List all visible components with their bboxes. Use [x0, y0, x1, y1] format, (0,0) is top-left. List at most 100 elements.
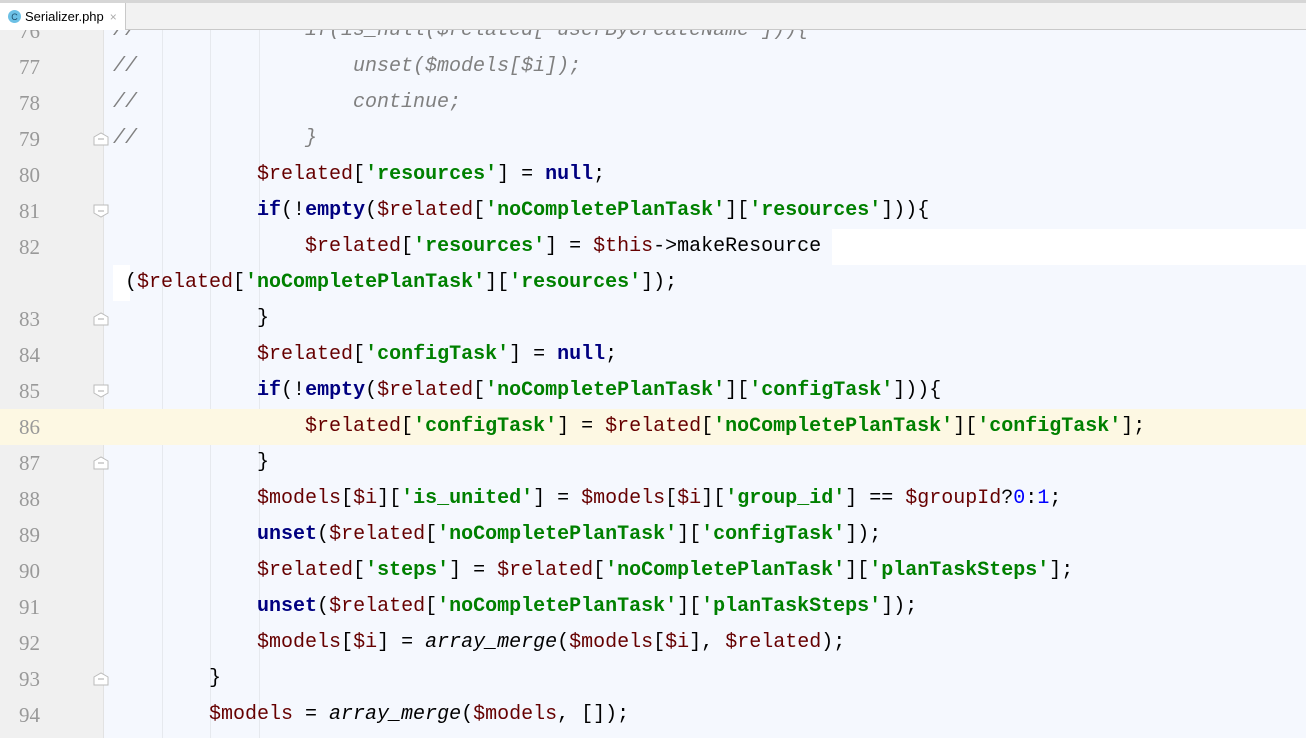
code-text: // continue; [113, 85, 461, 121]
line-number: 86 [19, 415, 40, 439]
token-str: 'planTaskSteps' [869, 559, 1050, 582]
token-var: $groupId [905, 487, 1002, 510]
code-text: unset($related['noCompletePlanTask']['pl… [113, 589, 917, 625]
token-str: 'noCompletePlanTask' [245, 271, 486, 294]
fold-end-icon[interactable] [93, 672, 109, 686]
token-var: $related [329, 595, 426, 618]
code-line[interactable]: 93 } [0, 661, 1306, 697]
code-text: if(!empty($related['noCompletePlanTask']… [113, 193, 929, 229]
code-text: $related['resources'] = null; [113, 157, 605, 193]
token-pl: ] = [497, 163, 546, 186]
fold-collapse-icon[interactable] [93, 384, 109, 398]
code-line[interactable]: 90 $related['steps'] = $related['noCompl… [0, 553, 1306, 589]
code-text: // if(is_null($related['userByCreateName… [113, 30, 809, 49]
token-kw: null [557, 343, 606, 366]
code-text: ($related['noCompletePlanTask']['resourc… [113, 265, 677, 301]
code-line[interactable]: 92 $models[$i] = array_merge($models[$i]… [0, 625, 1306, 661]
token-pl: ] = [545, 235, 594, 258]
code-line[interactable]: 88 $models[$i]['is_united'] = $models[$i… [0, 481, 1306, 517]
code-line[interactable]: 89 unset($related['noCompletePlanTask'][… [0, 517, 1306, 553]
token-num: 0 [1013, 487, 1026, 510]
code-text: // } [113, 121, 317, 157]
token-pl: : [1025, 487, 1038, 510]
code-line[interactable]: 85 if(!empty($related['noCompletePlanTas… [0, 373, 1306, 409]
line-number: 90 [19, 559, 40, 583]
line-number: 87 [19, 451, 40, 475]
token-pl: [ [425, 595, 438, 618]
fold-end-icon[interactable] [93, 132, 109, 146]
code-line[interactable]: 83 } [0, 301, 1306, 337]
line-number: 77 [19, 55, 40, 79]
code-text: $related['resources'] = $this->makeResou… [113, 229, 821, 265]
token-var: $i [665, 631, 690, 654]
token-pl: [ [593, 559, 606, 582]
token-kw: if [257, 379, 282, 402]
code-text: $models[$i] = array_merge($models[$i], $… [113, 625, 845, 661]
line-number: 85 [19, 379, 40, 403]
code-text: $models[$i]['is_united'] = $models[$i]['… [113, 481, 1061, 517]
token-pl: ( [557, 631, 570, 654]
code-line[interactable]: 80 $related['resources'] = null; [0, 157, 1306, 193]
token-pl: ] = [533, 487, 582, 510]
code-line[interactable]: 81 if(!empty($related['noCompletePlanTas… [0, 193, 1306, 229]
token-pl: ->makeResource [653, 235, 822, 258]
line-number: 94 [19, 703, 40, 727]
token-pl: [ [353, 559, 366, 582]
code-line[interactable]: 86 $related['configTask'] = $related['no… [0, 409, 1306, 445]
token-var: $i [353, 631, 378, 654]
token-var: $models [257, 487, 342, 510]
token-str: 'planTaskSteps' [701, 595, 882, 618]
code-line[interactable]: 91 unset($related['noCompletePlanTask'][… [0, 589, 1306, 625]
token-pl: ] = [377, 631, 426, 654]
token-kw: empty [305, 379, 366, 402]
token-pl: [ [353, 163, 366, 186]
line-number: 79 [19, 127, 40, 151]
token-pl: ][ [377, 487, 402, 510]
token-pl: ]); [641, 271, 678, 294]
token-pl: [ [353, 343, 366, 366]
code-line[interactable]: 82 $related['resources'] = $this->makeRe… [0, 229, 1306, 265]
token-pl: ][ [485, 271, 510, 294]
token-pl: ])){ [881, 199, 930, 222]
tab-label: Serializer.php [25, 9, 104, 24]
code-line[interactable]: 78 // continue; [0, 85, 1306, 121]
token-pl: ]; [1121, 415, 1146, 438]
code-line[interactable]: 77 // unset($models[$i]); [0, 49, 1306, 85]
token-kw: unset [257, 595, 318, 618]
code-line[interactable]: 76 // if(is_null($related['userByCreateNa… [0, 30, 1306, 49]
token-str: 'noCompletePlanTask' [485, 199, 726, 222]
code-line[interactable]: 84 $related['configTask'] = null; [0, 337, 1306, 373]
fold-collapse-icon[interactable] [93, 204, 109, 218]
code-editor[interactable]: 76 // if(is_null($related['userByCreateNa… [0, 30, 1306, 738]
code-text: $related['configTask'] = null; [113, 337, 617, 373]
line-number: 88 [19, 487, 40, 511]
token-com: // } [113, 127, 318, 150]
token-pl: ][ [677, 595, 702, 618]
line-number: 92 [19, 631, 40, 655]
token-var: $related [377, 199, 474, 222]
tab-serializer-php[interactable]: C Serializer.php × [0, 3, 126, 30]
fold-end-icon[interactable] [93, 312, 109, 326]
token-pl: ])){ [893, 379, 942, 402]
close-tab-icon[interactable]: × [110, 10, 117, 24]
token-str: 'resources' [413, 235, 546, 258]
code-line[interactable]: 79 // } [0, 121, 1306, 157]
code-line[interactable]: 87 } [0, 445, 1306, 481]
code-line-wrapped[interactable]: ($related['noCompletePlanTask']['resourc… [0, 265, 1306, 301]
token-str: 'resources' [365, 163, 498, 186]
token-var: $this [593, 235, 654, 258]
fold-end-icon[interactable] [93, 456, 109, 470]
code-line[interactable]: 94 $models = array_merge($models, []); [0, 697, 1306, 733]
line-number: 91 [19, 595, 40, 619]
line-number: 81 [19, 199, 40, 223]
token-var: $related [305, 235, 402, 258]
token-str: 'steps' [365, 559, 450, 582]
token-kw: unset [257, 523, 318, 546]
token-str: 'group_id' [725, 487, 846, 510]
